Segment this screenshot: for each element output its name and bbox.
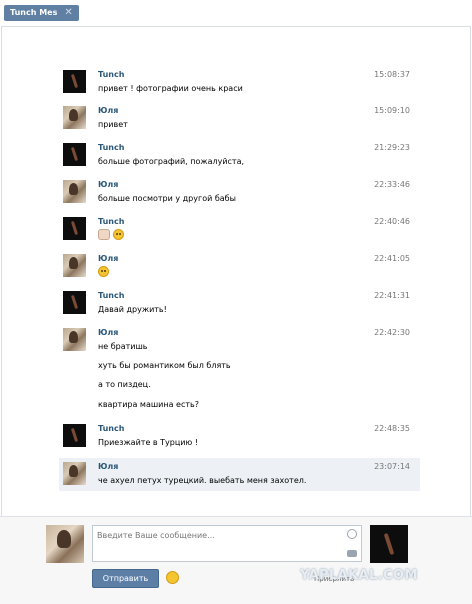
timestamp: 22:41:31 xyxy=(374,291,410,300)
message-item: Юля 22:33:46 больше посмотри у другой ба… xyxy=(59,180,420,204)
avatar[interactable] xyxy=(63,462,86,485)
message-text: Давай дружить! xyxy=(98,305,167,314)
send-button[interactable]: Отправить xyxy=(92,569,159,588)
timestamp: 22:40:46 xyxy=(374,217,410,226)
smile-icon[interactable] xyxy=(347,529,357,539)
author-name[interactable]: Tunch xyxy=(98,217,124,226)
message-text: привет xyxy=(98,120,128,129)
timestamp: 21:29:23 xyxy=(374,143,410,152)
tab-tunch-mes[interactable]: Tunch Mes ✕ xyxy=(4,5,79,21)
message-input-placeholder: Введите Ваше сообщение... xyxy=(97,531,215,540)
message-text: че ахуел петух турецкий. выебать меня за… xyxy=(98,476,307,485)
message-input[interactable]: Введите Ваше сообщение... xyxy=(92,525,362,562)
author-name[interactable]: Tunch xyxy=(98,291,124,300)
message-text: привет ! фотографии очень краси xyxy=(98,84,243,93)
author-name[interactable]: Юля xyxy=(98,462,118,471)
watermark: YAPLAKAL.COM xyxy=(300,568,418,583)
avatar[interactable] xyxy=(63,291,86,314)
message-item: Tunch 22:48:35 Приезжайте в Турцию ! xyxy=(59,424,420,448)
message-emoji-line xyxy=(98,229,127,240)
timestamp: 15:09:10 xyxy=(374,106,410,115)
author-name[interactable]: Tunch xyxy=(98,70,124,79)
emoji-picker-icon[interactable] xyxy=(166,571,179,584)
avatar[interactable] xyxy=(63,143,86,166)
avatar[interactable] xyxy=(63,328,86,351)
top-bar: Tunch Mes ✕ xyxy=(0,0,472,26)
partner-avatar[interactable] xyxy=(370,525,408,563)
avatar[interactable] xyxy=(63,254,86,277)
message-item: Tunch 22:40:46 xyxy=(59,217,420,241)
message-item-highlighted: Юля 23:07:14 че ахуел петух турецкий. вы… xyxy=(59,458,420,491)
message-history: Tunch 15:08:37 привет ! фотографии очень… xyxy=(1,26,471,516)
timestamp: 22:41:05 xyxy=(374,254,410,263)
tab-title: Tunch Mes xyxy=(10,8,58,17)
message-text: квартира машина есть? xyxy=(98,400,199,409)
close-icon[interactable]: ✕ xyxy=(64,5,72,21)
timestamp: 15:08:37 xyxy=(374,70,410,79)
author-name[interactable]: Tunch xyxy=(98,424,124,433)
author-name[interactable]: Tunch xyxy=(98,143,124,152)
timestamp: 22:33:46 xyxy=(374,180,410,189)
timestamp: 22:48:35 xyxy=(374,424,410,433)
timestamp: 22:42:30 xyxy=(374,328,410,337)
message-text: не братишь xyxy=(98,342,148,351)
message-item: Юля 22:42:30 не братишь хуть бы романтик… xyxy=(59,328,420,414)
message-text: больше посмотри у другой бабы xyxy=(98,194,236,203)
message-item: Юля 15:09:10 привет xyxy=(59,106,420,130)
tired-face-icon xyxy=(113,229,124,240)
my-avatar[interactable] xyxy=(46,525,84,563)
message-emoji-line xyxy=(98,266,112,277)
author-name[interactable]: Юля xyxy=(98,180,118,189)
message-text: а то пиздец. xyxy=(98,380,151,389)
laughing-face-icon xyxy=(98,266,109,277)
message-text: хуть бы романтиком был блять xyxy=(98,361,231,370)
author-name[interactable]: Юля xyxy=(98,328,118,337)
timestamp: 23:07:14 xyxy=(374,462,410,471)
message-item: Юля 22:41:05 xyxy=(59,254,420,278)
avatar[interactable] xyxy=(63,106,86,129)
avatar[interactable] xyxy=(63,217,86,240)
message-item: Tunch 22:41:31 Давай дружить! xyxy=(59,291,420,315)
avatar[interactable] xyxy=(63,424,86,447)
avatar[interactable] xyxy=(63,70,86,93)
message-text: больше фотографий, пожалуйста, xyxy=(98,157,245,166)
composer: Введите Ваше сообщение... Отправить Прие… xyxy=(0,516,472,604)
camera-icon[interactable] xyxy=(347,550,357,557)
message-item: Tunch 21:29:23 больше фотографий, пожалу… xyxy=(59,143,420,167)
message-item: Tunch 15:08:37 привет ! фотографии очень… xyxy=(59,70,420,94)
message-text: Приезжайте в Турцию ! xyxy=(98,438,198,447)
fist-bump-icon xyxy=(98,229,110,240)
author-name[interactable]: Юля xyxy=(98,254,118,263)
author-name[interactable]: Юля xyxy=(98,106,118,115)
avatar[interactable] xyxy=(63,180,86,203)
